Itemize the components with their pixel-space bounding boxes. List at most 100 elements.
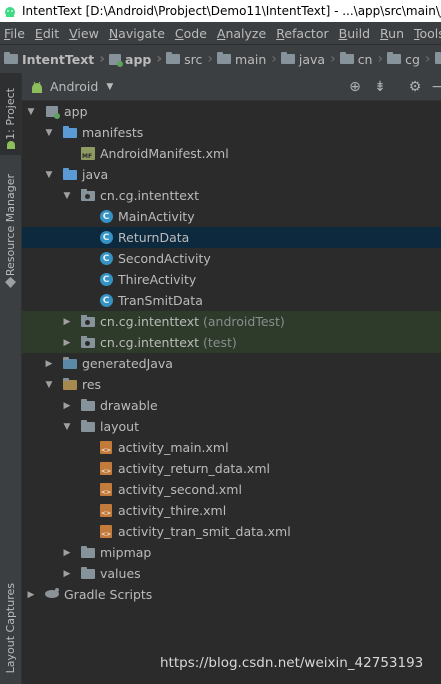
tree-item-manifests[interactable]: ▼ manifests [22, 122, 441, 143]
menu-file[interactable]: File [0, 26, 30, 41]
menu-edit[interactable]: Edit [30, 26, 64, 41]
collapse-all-icon[interactable]: ⇟ [372, 79, 388, 95]
chevron-down-icon[interactable]: ▼ [44, 170, 54, 180]
tree-item-androidmanifest-xml[interactable]: AndroidManifest.xml [22, 143, 441, 164]
tree-icon-wrap [80, 398, 96, 414]
chevron-down-icon[interactable]: ▼ [44, 128, 54, 138]
tree-item-label: manifests [82, 125, 143, 140]
tree-item-activity-thire-xml[interactable]: activity_thire.xml [22, 500, 441, 521]
xml-file-icon [100, 504, 112, 517]
tree-item-mipmap[interactable]: ▶ mipmap [22, 542, 441, 563]
tree-item-layout[interactable]: ▼ layout [22, 416, 441, 437]
tree-item-text: SecondActivity [118, 251, 211, 266]
tree-item-gradle-scripts[interactable]: ▶ Gradle Scripts [22, 584, 441, 605]
tree-item-app[interactable]: ▼ app [22, 101, 441, 122]
locate-file-icon[interactable]: ⊕ [347, 79, 363, 95]
chevron-right-icon[interactable]: ▶ [62, 338, 72, 348]
resource-manager-tab[interactable]: Resource Manager [0, 169, 21, 281]
tree-item-text: manifests [82, 125, 144, 140]
tree-item-text: layout [100, 419, 140, 434]
tree-icon-wrap [44, 587, 60, 603]
tree-item-activity-second-xml[interactable]: activity_second.xml [22, 479, 441, 500]
tree-item-cn-cg-intenttext[interactable]: ▼ cn.cg.intenttext [22, 185, 441, 206]
menu-bar: File Edit View Navigate Code Analyze Refactor B… [0, 22, 441, 44]
tree-icon-wrap [80, 335, 96, 351]
tree-item-secondactivity[interactable]: C SecondActivity [22, 248, 441, 269]
hide-panel-icon[interactable]: − [429, 79, 441, 95]
tree-item-cn-cg-intenttext-androidtest[interactable]: ▶ cn.cg.intenttext (androidTest) [22, 311, 441, 332]
menu-run[interactable]: Run [375, 26, 409, 41]
tree-item-text: ThireActivity [118, 272, 197, 287]
tree-item-generatedjava[interactable]: ▶ generatedJava [22, 353, 441, 374]
tree-item-returndata[interactable]: C ReturnData [22, 227, 441, 248]
tree-item-thireactivity[interactable]: C ThireActivity [22, 269, 441, 290]
tree-item-java[interactable]: ▼ java [22, 164, 441, 185]
gear-icon[interactable]: ⚙ [407, 79, 423, 95]
folder-icon [217, 52, 232, 64]
menu-analyze[interactable]: Analyze [212, 26, 271, 41]
chevron-down-icon[interactable]: ▼ [62, 422, 72, 432]
breadcrumb-app[interactable]: app › [105, 45, 162, 73]
tree-item-label: java [82, 167, 108, 182]
tree-icon-wrap [80, 146, 96, 162]
tree-item-transmitdata[interactable]: C TranSmitData [22, 290, 441, 311]
android-icon [32, 81, 42, 93]
tree-item-res[interactable]: ▼ res [22, 374, 441, 395]
breadcrumb-label: java [298, 51, 326, 67]
tree-item-activity-return-data-xml[interactable]: activity_return_data.xml [22, 458, 441, 479]
tree-item-values[interactable]: ▶ values [22, 563, 441, 584]
tree-icon-wrap [62, 377, 78, 393]
chevron-right-icon[interactable]: ▶ [62, 401, 72, 411]
tree-item-activity-tran-smit-data-xml[interactable]: activity_tran_smit_data.xml [22, 521, 441, 542]
chevron-right-icon[interactable]: ▶ [62, 548, 72, 558]
breadcrumb-label: main [235, 51, 267, 67]
tree-icon-wrap [98, 482, 114, 498]
tree-item-activity-main-xml[interactable]: activity_main.xml [22, 437, 441, 458]
tree-icon-wrap [98, 524, 114, 540]
breadcrumb-intenttext[interactable]: IntentText › [0, 45, 105, 73]
chevron-right-icon[interactable]: ▶ [26, 590, 36, 600]
tree-item-text: java [82, 167, 109, 182]
tree-icon-wrap [98, 461, 114, 477]
breadcrumb-in[interactable]: in [431, 45, 441, 73]
tree-item-cn-cg-intenttext-test[interactable]: ▶ cn.cg.intenttext (test) [22, 332, 441, 353]
menu-navigate[interactable]: Navigate [104, 26, 170, 41]
chevron-right-icon[interactable]: ▶ [62, 317, 72, 327]
chevron-down-icon[interactable]: ▼ [62, 191, 72, 201]
layout-captures-tab[interactable]: Layout Captures [0, 575, 21, 681]
breadcrumb-cn[interactable]: cn › [336, 45, 383, 73]
breadcrumb-java[interactable]: java › [277, 45, 336, 73]
tree-item-label: activity_return_data.xml [118, 461, 270, 476]
xml-file-icon [100, 525, 112, 538]
breadcrumb-src[interactable]: src › [162, 45, 213, 73]
chevron-down-icon[interactable]: ▼ [44, 380, 54, 390]
menu-code[interactable]: Code [170, 26, 212, 41]
chevron-right-icon[interactable]: ▶ [44, 359, 54, 369]
chevron-right-icon[interactable]: ▶ [62, 569, 72, 579]
tree-icon-wrap: C [98, 272, 114, 288]
view-mode-label: Android [50, 79, 99, 94]
class-icon: C [99, 210, 113, 223]
tree-icon-wrap [62, 167, 78, 183]
chevron-down-icon[interactable]: ▼ [26, 107, 36, 117]
tree-icon-wrap [98, 440, 114, 456]
tree-item-label: ReturnData [118, 230, 189, 245]
tree-item-text: mipmap [100, 545, 152, 560]
xml-file-icon [100, 483, 112, 496]
tree-item-mainactivity[interactable]: C MainActivity [22, 206, 441, 227]
tree-icon-wrap: C [98, 209, 114, 225]
menu-build[interactable]: Build [334, 26, 375, 41]
view-mode-dropdown[interactable]: Android ▼ [30, 79, 113, 94]
tree-icon-wrap [80, 419, 96, 435]
tree-icon-wrap: C [98, 230, 114, 246]
breadcrumb-main[interactable]: main › [213, 45, 277, 73]
class-icon: C [99, 294, 113, 307]
menu-tools[interactable]: Tools [409, 26, 441, 41]
tree-icon-wrap [80, 566, 96, 582]
menu-view[interactable]: View [64, 26, 104, 41]
breadcrumb-label: IntentText [22, 51, 95, 67]
menu-refactor[interactable]: Refactor [271, 26, 333, 41]
breadcrumb-cg[interactable]: cg › [383, 45, 431, 73]
android-icon [0, 133, 21, 155]
tree-item-drawable[interactable]: ▶ drawable [22, 395, 441, 416]
